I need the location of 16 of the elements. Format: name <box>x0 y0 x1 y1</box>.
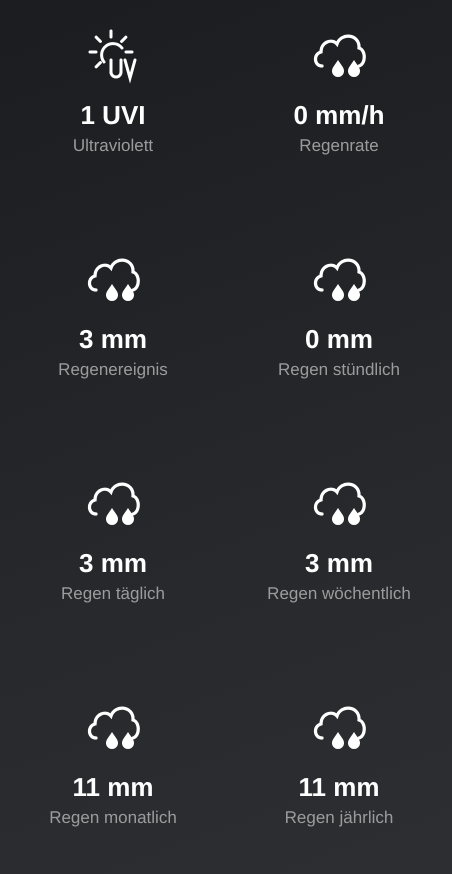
reading-value: 3 mm <box>305 548 373 578</box>
reading-value: 0 mm/h <box>293 100 385 130</box>
reading-value: 3 mm <box>79 324 147 354</box>
reading-label: Regen täglich <box>61 584 165 604</box>
reading-value: 3 mm <box>79 548 147 578</box>
reading-label: Regen wöchentlich <box>267 584 411 604</box>
reading-label: Regen stündlich <box>278 360 400 380</box>
reading-label: Regenrate <box>299 136 379 156</box>
reading-label: Regenereignis <box>58 360 168 380</box>
reading-value: 11 mm <box>298 772 380 802</box>
reading-value: 1 UVI <box>80 100 146 130</box>
reading-value: 11 mm <box>72 772 154 802</box>
reading-label: Regen jährlich <box>284 808 394 828</box>
reading-value: 0 mm <box>305 324 373 354</box>
reading-label: Ultraviolett <box>72 136 154 156</box>
reading-label: Regen monatlich <box>49 808 177 828</box>
